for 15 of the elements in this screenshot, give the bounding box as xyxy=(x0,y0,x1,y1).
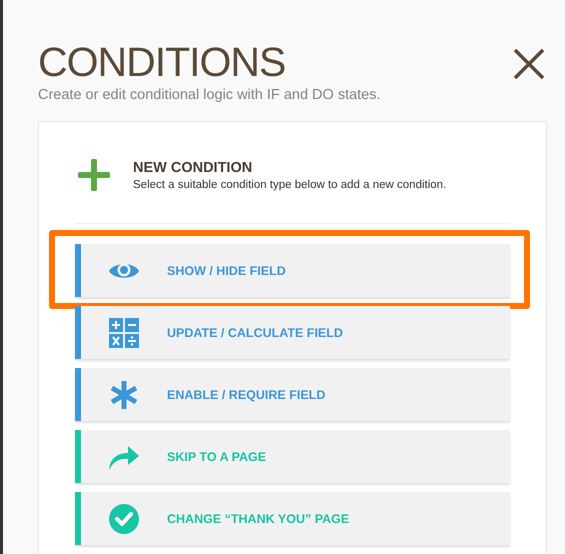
asterisk-icon xyxy=(109,380,139,410)
plus-icon[interactable] xyxy=(78,159,110,191)
checkmark-icon xyxy=(109,504,139,534)
calculator-icon xyxy=(109,318,139,348)
dialog-title: CONDITIONS xyxy=(38,40,286,84)
condition-type-item[interactable]: SHOW / HIDE FIELD xyxy=(75,244,510,297)
condition-type-item[interactable]: ENABLE / REQUIRE FIELD xyxy=(75,368,510,421)
new-condition-title[interactable]: NEW CONDITION xyxy=(133,160,446,176)
condition-type-item[interactable]: CHANGE “THANK YOU” PAGE xyxy=(75,492,510,545)
dialog-subtitle: Create or edit conditional logic with IF and DO states. xyxy=(38,87,381,103)
arrow-icon xyxy=(108,444,140,470)
close-icon[interactable] xyxy=(513,48,545,80)
new-condition-description: Select a suitable condition type below to add a new condition. xyxy=(133,178,446,190)
condition-type-item[interactable]: SKIP TO A PAGE xyxy=(75,430,510,483)
condition-type-item[interactable]: UPDATE / CALCULATE FIELD xyxy=(75,306,510,359)
